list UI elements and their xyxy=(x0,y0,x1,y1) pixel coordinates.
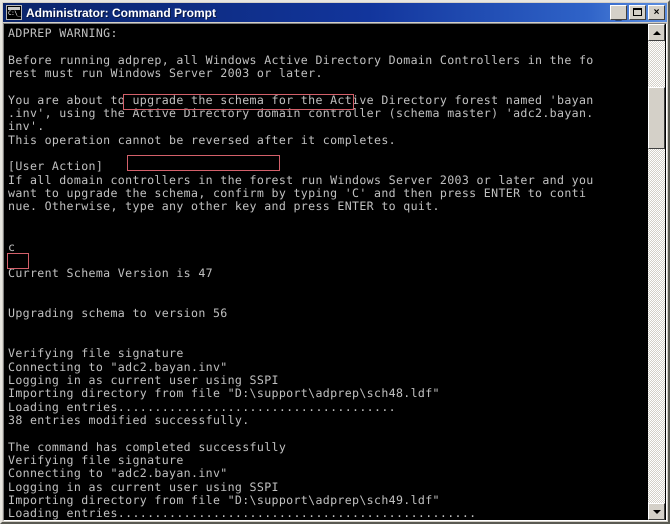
console-output-text: ADPREP WARNING: Before running adprep, a… xyxy=(8,26,594,520)
close-button[interactable]: × xyxy=(648,5,665,20)
window-title: Administrator: Command Prompt xyxy=(26,5,217,20)
scrollbar-thumb[interactable] xyxy=(648,87,665,149)
minimize-icon: _ xyxy=(615,10,622,22)
maximize-button[interactable] xyxy=(629,5,646,20)
scroll-up-button[interactable] xyxy=(648,24,665,41)
chevron-down-icon xyxy=(652,509,661,514)
caption-buttons: _ × xyxy=(610,5,665,22)
vertical-scrollbar[interactable] xyxy=(648,24,665,520)
chevron-up-icon xyxy=(652,30,661,35)
console-output-surface[interactable]: ADPREP WARNING: Before running adprep, a… xyxy=(5,24,649,520)
close-icon: × xyxy=(653,7,660,18)
maximize-icon xyxy=(633,8,642,16)
command-prompt-icon: C:\_ xyxy=(6,5,22,20)
command-prompt-window: C:\_ Administrator: Command Prompt _ × A… xyxy=(0,0,670,524)
console-client-area: ADPREP WARNING: Before running adprep, a… xyxy=(3,23,667,521)
minimize-button[interactable]: _ xyxy=(610,5,627,22)
scroll-down-button[interactable] xyxy=(648,503,665,520)
icon-prompt-glyph: C:\_ xyxy=(8,10,21,17)
window-title-bar[interactable]: C:\_ Administrator: Command Prompt _ × xyxy=(3,3,667,22)
